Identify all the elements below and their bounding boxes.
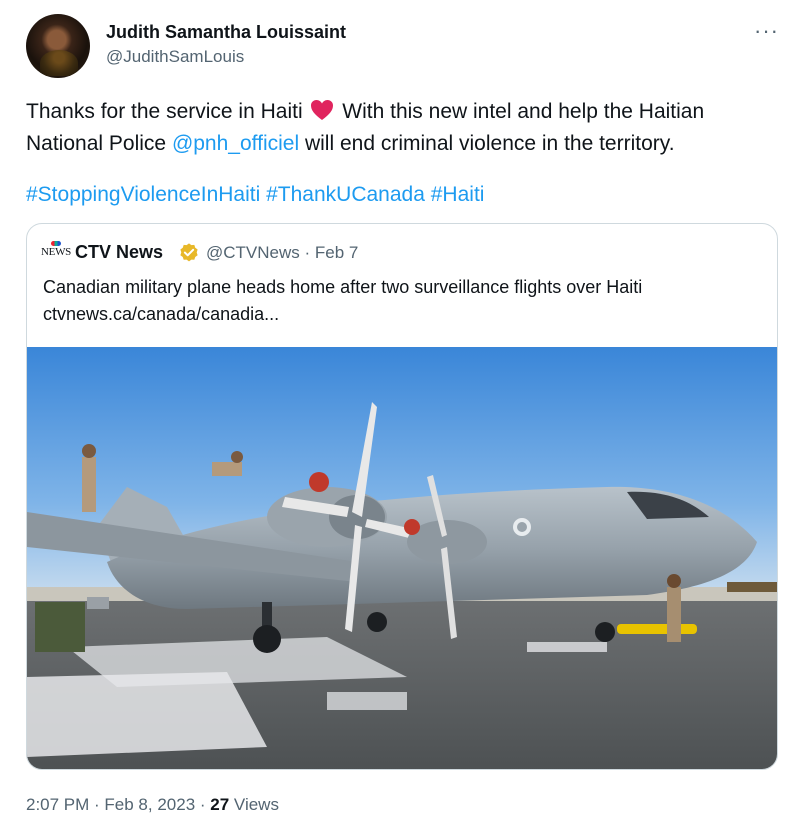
verified-badge-icon xyxy=(178,242,200,269)
hashtag-link[interactable]: #ThankUCanada xyxy=(266,183,425,206)
author-name[interactable]: Judith Samantha Louissaint xyxy=(106,22,346,43)
quoted-author-name[interactable]: CTV News xyxy=(75,242,163,263)
tweet-text: Thanks for the service in Haiti With thi… xyxy=(26,97,786,158)
tweet-text-part1: Thanks for the service in Haiti xyxy=(26,100,303,123)
author-handle[interactable]: @JudithSamLouis xyxy=(106,47,244,67)
views-label: Views xyxy=(229,795,279,814)
quoted-handle-date[interactable]: @CTVNews · Feb 7 xyxy=(206,243,358,263)
ctv-news-logo-icon: NEWS xyxy=(41,241,71,260)
quoted-headline: Canadian military plane heads home after… xyxy=(43,277,643,297)
more-options-icon[interactable]: ··· xyxy=(754,20,779,42)
author-avatar[interactable] xyxy=(26,14,90,78)
military-plane-photo[interactable] xyxy=(27,347,778,770)
tweet-timestamp[interactable]: 2:07 PM · Feb 8, 2023 · xyxy=(26,795,210,814)
hashtag-link[interactable]: #Haiti xyxy=(431,183,485,206)
heart-icon xyxy=(310,99,334,129)
quoted-url[interactable]: ctvnews.ca/canada/canadia... xyxy=(43,301,279,327)
mention-link[interactable]: @pnh_officiel xyxy=(172,132,299,155)
views-count: 27 xyxy=(210,795,230,814)
tweet-text-part3: will end criminal violence in the territ… xyxy=(304,132,675,155)
tweet-footer: 2:07 PM · Feb 8, 2023 · 27 Views xyxy=(26,795,279,815)
logo-text: NEWS xyxy=(41,246,71,258)
quoted-tweet-card[interactable]: NEWS CTV News @CTVNews · Feb 7 Canadian … xyxy=(26,223,778,770)
hashtag-link[interactable]: #StoppingViolenceInHaiti xyxy=(26,183,260,206)
hashtag-list: #StoppingViolenceInHaiti #ThankUCanada #… xyxy=(26,180,484,209)
